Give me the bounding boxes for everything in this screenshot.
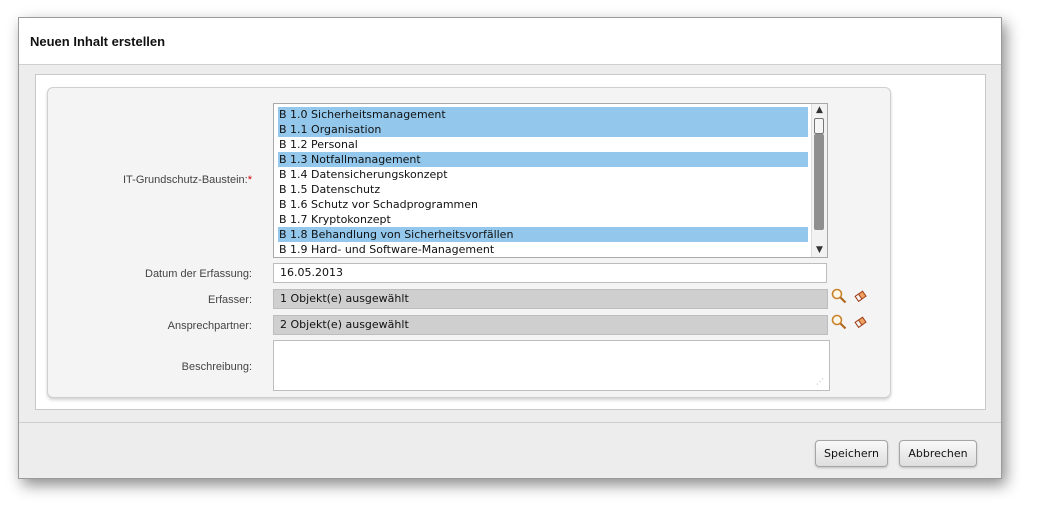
erfasser-field: 1 Objekt(e) ausgewählt xyxy=(273,289,828,309)
baustein-option[interactable]: B 1.2 Personal xyxy=(278,137,808,152)
resize-grip-icon[interactable]: ⋰ xyxy=(816,377,826,387)
scroll-thumb[interactable] xyxy=(814,118,824,134)
baustein-option[interactable]: B 1.4 Datensicherungskonzept xyxy=(278,167,808,182)
dialog-titlebar: Neuen Inhalt erstellen xyxy=(19,18,1001,65)
baustein-label-text: IT-Grundschutz-Baustein: xyxy=(122,174,248,186)
baustein-label: IT-Grundschutz-Baustein:* xyxy=(52,174,252,186)
scroll-down-icon[interactable]: ▼ xyxy=(812,244,827,257)
listbox-scrollbar[interactable]: ▲ ▼ xyxy=(811,104,827,257)
baustein-option[interactable]: B 1.3 Notfallmanagement xyxy=(278,152,808,167)
baustein-option[interactable]: B 1.8 Behandlung von Sicherheitsvorfälle… xyxy=(278,227,808,242)
scroll-track-fill xyxy=(814,134,824,230)
baustein-listbox[interactable]: B 1.0 Sicherheitsmanagement B 1.1 Organis… xyxy=(273,103,828,258)
erfasser-label: Erfasser: xyxy=(207,294,252,306)
scroll-up-icon[interactable]: ▲ xyxy=(812,104,827,117)
baustein-option[interactable]: B 1.5 Datenschutz xyxy=(278,182,808,197)
ansprechpartner-field: 2 Objekt(e) ausgewählt xyxy=(273,315,828,335)
ansprechpartner-clear-icon[interactable] xyxy=(852,314,870,332)
beschreibung-text xyxy=(274,341,829,349)
create-content-dialog: Neuen Inhalt erstellen IT-Grundschutz-Ba… xyxy=(18,17,1002,479)
beschreibung-label: Beschreibung: xyxy=(181,361,252,373)
required-asterisk: * xyxy=(247,174,252,186)
ansprechpartner-search-icon[interactable] xyxy=(830,314,848,332)
dialog-content: IT-Grundschutz-Baustein:* B 1.0 Sicherhe… xyxy=(35,74,986,410)
baustein-option[interactable]: B 1.6 Schutz vor Schadprogrammen xyxy=(278,197,808,212)
cancel-button[interactable]: Abbrechen xyxy=(899,440,977,467)
baustein-option[interactable]: B 1.1 Organisation xyxy=(278,122,808,137)
baustein-option[interactable]: B 1.0 Sicherheitsmanagement xyxy=(278,107,808,122)
erfasser-search-icon[interactable] xyxy=(830,288,848,306)
dialog-button-bar: Speichern Abbrechen xyxy=(19,422,1001,479)
baustein-option[interactable]: B 1.7 Kryptokonzept xyxy=(278,212,808,227)
baustein-option[interactable]: B 1.9 Hard- und Software-Management xyxy=(278,242,808,257)
save-button[interactable]: Speichern xyxy=(815,440,888,467)
erfasser-clear-icon[interactable] xyxy=(852,288,870,306)
beschreibung-textarea[interactable]: ⋰ xyxy=(273,340,830,391)
form-panel: IT-Grundschutz-Baustein:* B 1.0 Sicherhe… xyxy=(47,87,891,398)
ansprechpartner-label: Ansprechpartner: xyxy=(167,320,252,332)
dialog-title: Neuen Inhalt erstellen xyxy=(30,34,166,49)
datum-field[interactable]: 16.05.2013 xyxy=(273,263,827,283)
datum-label: Datum der Erfassung: xyxy=(145,268,252,280)
